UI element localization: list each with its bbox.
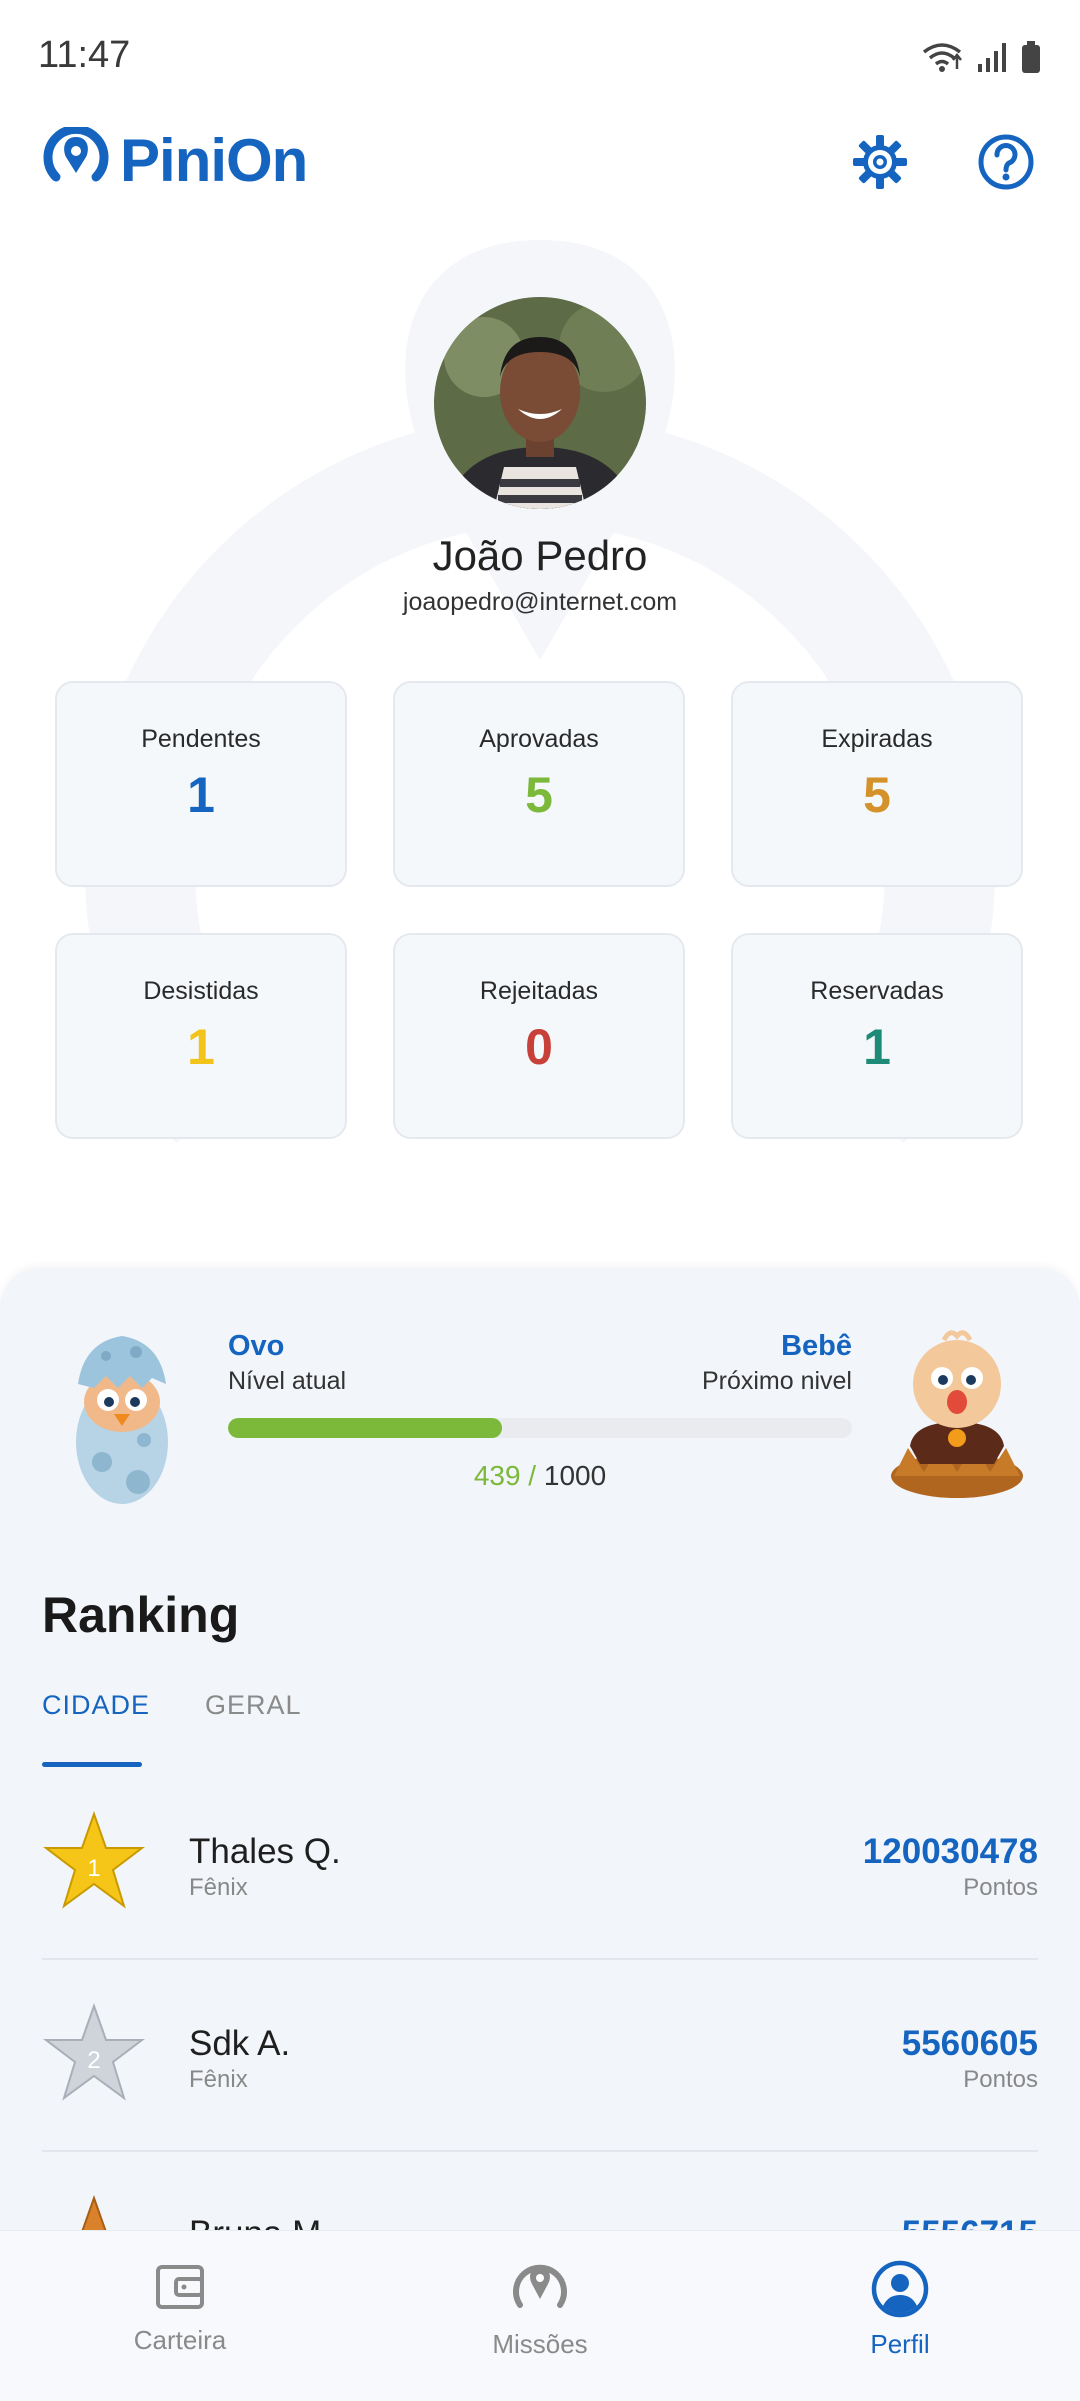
wifi-icon — [922, 43, 962, 72]
rank-star-icon: 1 — [43, 1810, 145, 1909]
help-icon — [978, 134, 1034, 190]
level-target: 1000 — [543, 1460, 607, 1491]
user-icon — [871, 2260, 929, 2318]
rank-number: 1 — [87, 1855, 100, 1882]
profile-name: João Pedro — [432, 532, 648, 579]
stat-label: Desistidas — [143, 977, 259, 1005]
stat-card-expiradas[interactable]: Expiradas 5 — [731, 681, 1023, 887]
gear-icon — [853, 135, 907, 189]
battery-icon — [1022, 41, 1040, 73]
bottom-nav: Carteira Missões Perfil — [0, 2230, 1080, 2401]
stat-value: 1 — [863, 1019, 891, 1075]
player-name: Bruna M. — [189, 2214, 331, 2230]
stat-card-pendentes[interactable]: Pendentes 1 — [55, 681, 347, 887]
stat-label: Reservadas — [810, 977, 944, 1005]
next-level-label: Próximo nivel — [701, 1367, 852, 1395]
status-icons — [920, 40, 1042, 74]
rank-star-icon: 3 — [81, 2194, 107, 2230]
player-level: Fênix — [189, 2066, 248, 2093]
player-points: 120030478 — [862, 1832, 1038, 1871]
current-level-label: Nível atual — [228, 1367, 347, 1395]
stat-value: 1 — [187, 1019, 215, 1075]
next-level-name: Bebê — [781, 1330, 852, 1362]
nav-item-carteira[interactable]: Carteira — [60, 2259, 300, 2356]
level-progress-bar — [228, 1418, 852, 1438]
baby-bird-mascot-icon — [891, 1330, 1023, 1498]
stat-card-aprovadas[interactable]: Aprovadas 5 — [393, 681, 685, 887]
stat-label: Rejeitadas — [479, 977, 599, 1005]
profile-email: joaopedro@internet.com — [402, 588, 678, 616]
stat-value: 5 — [525, 767, 553, 823]
row-divider — [42, 2150, 1038, 2152]
ranking-row[interactable]: 3 Bruna M. 5556715 — [42, 2194, 1038, 2230]
nav-label: Perfil — [870, 2329, 930, 2359]
ranking-row[interactable]: 2 Sdk A. Fênix 5560605 Pontos — [42, 2002, 1038, 2194]
player-name: Thales Q. — [189, 1832, 341, 1871]
level-progress-fill — [228, 1418, 502, 1438]
nav-label: Carteira — [133, 2325, 227, 2355]
brand-logo: PiniOn — [40, 126, 308, 195]
signal-icon — [978, 43, 1006, 72]
status-time: 11:47 — [38, 34, 131, 76]
stat-value: 1 — [187, 767, 215, 823]
nav-item-perfil[interactable]: Perfil — [780, 2259, 1020, 2360]
points-label: Pontos — [963, 2066, 1038, 2093]
level-separator: / — [520, 1460, 544, 1491]
rank-star-icon: 2 — [43, 2002, 145, 2101]
stat-value: 5 — [863, 767, 891, 823]
player-points: 5560605 — [901, 2024, 1038, 2063]
nav-label: Missões — [492, 2329, 588, 2359]
rank-number: 2 — [87, 2047, 100, 2074]
brand-name: PiniOn — [120, 127, 308, 194]
points-label: Pontos — [963, 1874, 1038, 1901]
map-pin-icon — [513, 2264, 567, 2308]
wallet-icon — [156, 2265, 204, 2309]
avatar[interactable] — [434, 297, 646, 509]
level-points: 439 — [473, 1460, 521, 1491]
pin-logo-icon — [43, 126, 109, 181]
stat-label: Expiradas — [821, 725, 933, 753]
player-level: Fênix — [189, 1874, 248, 1901]
stat-card-desistidas[interactable]: Desistidas 1 — [55, 933, 347, 1139]
stat-label: Pendentes — [141, 725, 261, 753]
stat-label: Aprovadas — [479, 725, 599, 753]
nav-item-missoes[interactable]: Missões — [420, 2259, 660, 2360]
player-name: Sdk A. — [189, 2024, 291, 2063]
ranking-row[interactable]: 1 Thales Q. Fênix 120030478 Pontos — [42, 1810, 1038, 2002]
tab-cidade[interactable]: CIDADE — [42, 1690, 150, 1721]
help-button[interactable] — [972, 128, 1040, 196]
avatar-photo — [434, 297, 646, 509]
stat-card-rejeitadas[interactable]: Rejeitadas 0 — [393, 933, 685, 1139]
settings-button[interactable] — [846, 128, 914, 196]
stat-value: 0 — [525, 1019, 553, 1075]
row-divider — [42, 1958, 1038, 1960]
ranking-title: Ranking — [42, 1587, 240, 1643]
current-level-name: Ovo — [228, 1330, 285, 1362]
active-tab-indicator — [42, 1762, 142, 1767]
stat-card-reservadas[interactable]: Reservadas 1 — [731, 933, 1023, 1139]
tab-geral[interactable]: GERAL — [205, 1690, 302, 1721]
player-points: 5556715 — [902, 2214, 1038, 2230]
